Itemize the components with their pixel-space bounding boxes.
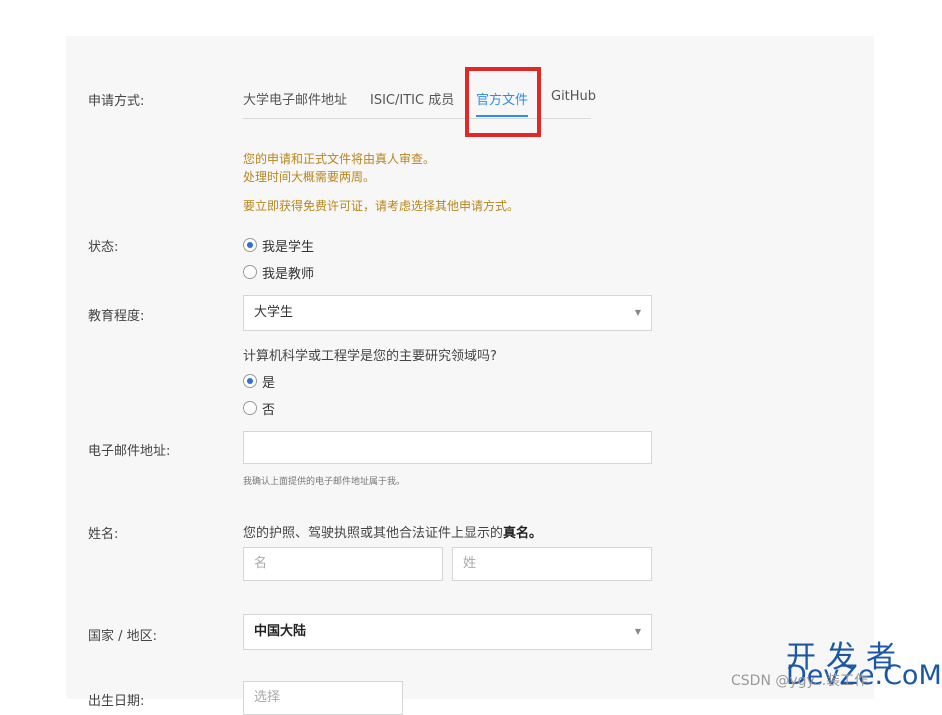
name-hint-text: 您的护照、驾驶执照或其他合法证件上显示的 <box>243 526 504 541</box>
name-label: 姓名: <box>88 527 119 542</box>
status-option-student[interactable]: 我是学生 <box>243 236 315 255</box>
name-hint-bold: 真名。 <box>503 526 543 541</box>
email-field[interactable] <box>243 431 652 464</box>
email-label: 电子邮件地址: <box>88 444 171 459</box>
status-option-label: 我是教师 <box>262 266 315 282</box>
education-select[interactable]: 大学生 ▼ <box>243 295 652 331</box>
tab-university-email[interactable]: 大学电子邮件地址 <box>243 89 347 108</box>
major-option-label: 否 <box>262 402 276 418</box>
country-select[interactable]: 中国大陆 ▼ <box>243 614 652 650</box>
education-label: 教育程度: <box>88 309 145 324</box>
radio-selected-icon[interactable] <box>243 238 257 252</box>
education-selected-value: 大学生 <box>254 305 294 320</box>
major-option-yes[interactable]: 是 <box>243 372 276 391</box>
last-name-field[interactable]: 姓 <box>452 547 652 581</box>
tab-isic-itic[interactable]: ISIC/ITIC 成员 <box>370 89 454 108</box>
major-option-label: 是 <box>262 375 276 391</box>
radio-unselected-icon[interactable] <box>243 265 257 279</box>
name-hint: 您的护照、驾驶执照或其他合法证件上显示的真名。 <box>243 522 542 541</box>
status-option-teacher[interactable]: 我是教师 <box>243 263 315 282</box>
major-option-no[interactable]: 否 <box>243 399 276 418</box>
status-label: 状态: <box>88 240 119 255</box>
birth-date-picker[interactable]: 选择 <box>243 681 403 715</box>
major-field-question: 计算机科学或工程学是您的主要研究领域吗? <box>243 349 497 364</box>
radio-unselected-icon[interactable] <box>243 401 257 415</box>
birth-date-label: 出生日期: <box>88 694 145 709</box>
review-note: 您的申请和正式文件将由真人审查。 <box>243 152 436 166</box>
chevron-down-icon: ▼ <box>634 627 641 636</box>
email-confirm-hint: 我确认上面提供的电子邮件地址属于我。 <box>243 477 406 487</box>
tab-github[interactable]: GitHub <box>551 89 596 104</box>
application-method-label: 申请方式: <box>88 94 145 109</box>
processing-time-note: 处理时间大概需要两周。 <box>243 170 376 184</box>
first-name-field[interactable]: 名 <box>243 547 443 581</box>
watermark-csdn: CSDN @ygy...装工作 <box>731 673 869 689</box>
status-option-label: 我是学生 <box>262 239 315 255</box>
annotation-highlight-box <box>465 67 541 137</box>
country-selected-value: 中国大陆 <box>254 624 307 639</box>
instant-license-note: 要立即获得免费许可证，请考虑选择其他申请方式。 <box>243 199 520 213</box>
country-label: 国家 / 地区: <box>88 629 158 644</box>
chevron-down-icon: ▼ <box>634 308 641 317</box>
radio-selected-icon[interactable] <box>243 374 257 388</box>
